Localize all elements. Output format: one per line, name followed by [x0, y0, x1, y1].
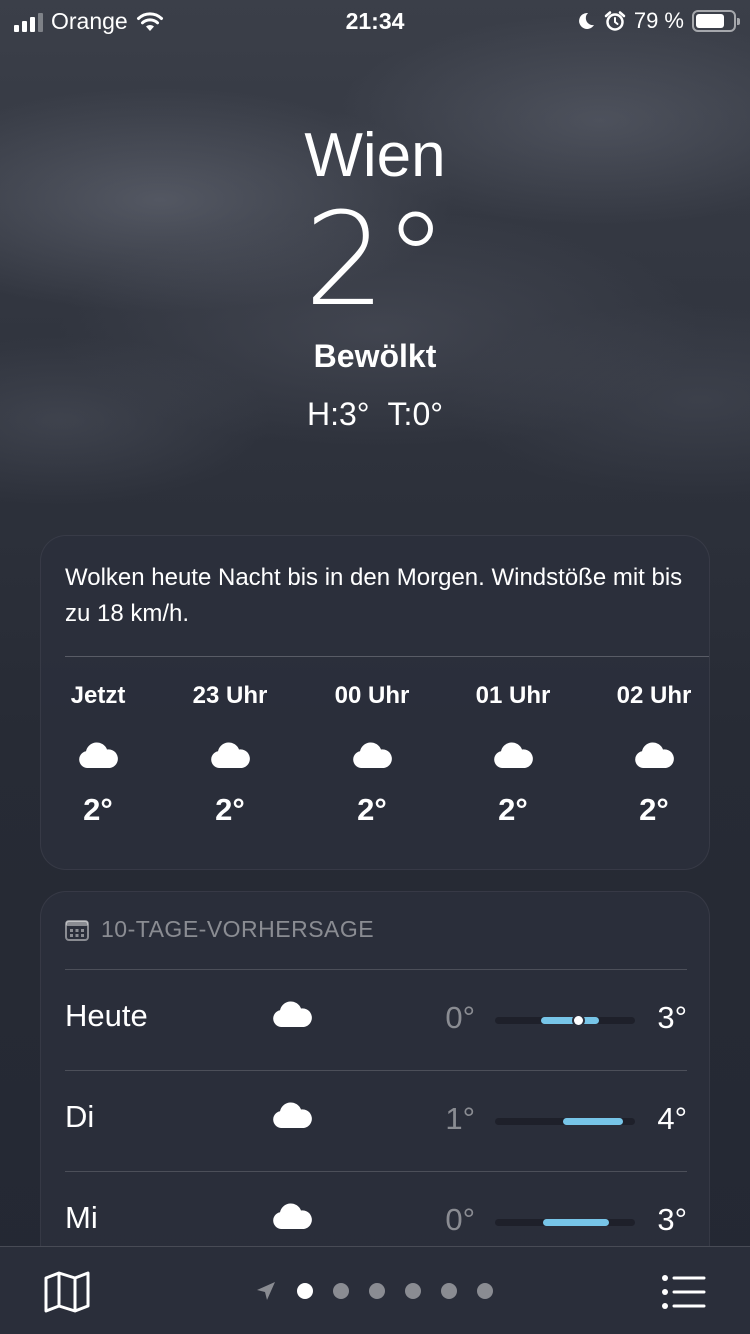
page-dot[interactable] — [441, 1283, 457, 1299]
hourly-list[interactable]: Jetzt 2° 23 Uhr 2° 00 Uhr 2° 01 Uhr 2° 0… — [41, 682, 711, 852]
calendar-icon — [65, 919, 89, 941]
day-low: 0° — [445, 1000, 475, 1035]
moon-icon — [578, 12, 594, 29]
battery-percentage: 79 % — [633, 8, 684, 33]
temperature-range-track — [495, 1016, 635, 1025]
temperature-range-bar — [541, 1017, 599, 1024]
hour-label: Jetzt — [70, 682, 126, 709]
day-row-di[interactable]: Di 1° 4° — [65, 1071, 687, 1171]
cloud-icon — [271, 1202, 313, 1235]
hour-item: 02 Uhr 2° — [599, 682, 709, 828]
cloud-icon — [458, 722, 568, 788]
hour-item: 00 Uhr 2° — [317, 682, 427, 828]
cloud-icon — [43, 722, 153, 788]
hourly-forecast-card[interactable]: Wolken heute Nacht bis in den Morgen. Wi… — [40, 535, 710, 870]
map-icon[interactable] — [44, 1271, 90, 1313]
page-dot[interactable] — [405, 1283, 421, 1299]
cloud-icon — [175, 722, 285, 788]
status-bar: Orange 21:34 79 % — [0, 0, 750, 42]
status-right: 79 % — [576, 8, 740, 34]
hour-temperature: 2° — [215, 792, 245, 827]
hour-label: 23 Uhr — [192, 682, 268, 709]
high-temperature: H:3° — [306, 396, 370, 432]
page-dot[interactable] — [333, 1283, 349, 1299]
day-name: Heute — [65, 998, 148, 1033]
ten-day-header: 10-TAGE-VORHERSAGE — [65, 916, 374, 943]
hour-temperature: 2° — [498, 792, 528, 827]
hour-label: 02 Uhr — [616, 682, 692, 709]
hour-temperature: 2° — [357, 792, 387, 827]
hour-temperature: 2° — [639, 792, 669, 827]
hour-item: Jetzt 2° — [43, 682, 153, 828]
alarm-icon — [604, 11, 626, 31]
current-temperature-marker — [574, 1016, 583, 1025]
day-high: 3° — [657, 1000, 687, 1035]
hour-label: 01 Uhr — [475, 682, 551, 709]
forecast-summary: Wolken heute Nacht bis in den Morgen. Wi… — [65, 564, 683, 627]
day-name: Mi — [65, 1200, 98, 1235]
day-high: 4° — [657, 1101, 687, 1136]
day-name: Di — [65, 1099, 95, 1134]
battery-icon — [692, 10, 740, 32]
hour-item: 01 Uhr 2° — [458, 682, 568, 828]
ten-day-title: 10-TAGE-VORHERSAGE — [101, 916, 375, 942]
temperature-range-track — [495, 1118, 635, 1125]
day-high: 3° — [657, 1202, 687, 1237]
cloud-icon — [599, 722, 709, 788]
location-arrow-icon — [257, 1282, 275, 1300]
temperature-range-track — [495, 1219, 635, 1226]
day-low: 0° — [445, 1202, 475, 1237]
day-low: 1° — [445, 1101, 475, 1136]
page-dot[interactable] — [477, 1283, 493, 1299]
city-name: Wien — [304, 121, 446, 190]
cloud-icon — [317, 722, 427, 788]
current-temperature: 2° — [304, 186, 447, 335]
temperature-range-bar — [563, 1118, 623, 1125]
page-dot[interactable] — [369, 1283, 385, 1299]
temperature-range-bar — [543, 1219, 609, 1226]
cloud-icon — [271, 1101, 313, 1134]
high-low: H:3° T:0° — [0, 396, 750, 433]
weather-condition: Bewölkt — [313, 338, 437, 374]
bottom-toolbar — [0, 1246, 750, 1334]
hour-temperature: 2° — [83, 792, 113, 827]
day-row-heute[interactable]: Heute 0° 3° — [65, 970, 687, 1070]
hour-label: 00 Uhr — [334, 682, 410, 709]
list-icon[interactable] — [662, 1275, 706, 1309]
divider — [65, 656, 709, 657]
low-temperature: T:0° — [387, 396, 444, 432]
cloud-icon — [271, 1000, 313, 1033]
page-indicator[interactable] — [255, 1280, 493, 1302]
hour-item: 23 Uhr 2° — [175, 682, 285, 828]
page-dot[interactable] — [297, 1283, 313, 1299]
